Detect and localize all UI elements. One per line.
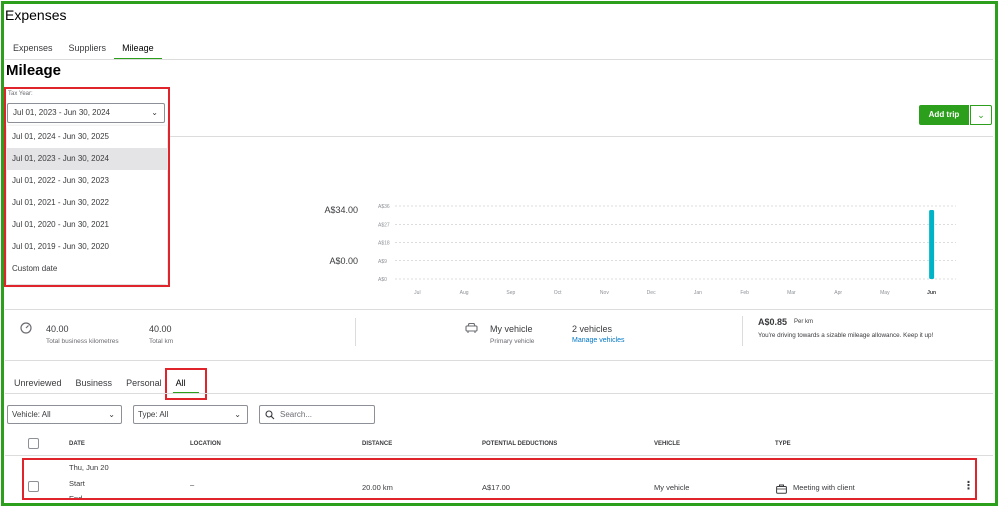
manage-vehicles-link[interactable]: Manage vehicles <box>572 337 625 344</box>
chevron-down-icon: ⌄ <box>108 410 115 419</box>
y-tick-label: A$27 <box>378 222 390 228</box>
type-filter-value: Type: All <box>138 410 169 419</box>
app-title: Expenses <box>5 7 67 23</box>
rate-unit: Per km <box>794 319 814 325</box>
x-tick-label: Aug <box>460 290 469 296</box>
type-filter-select[interactable]: Type: All ⌄ <box>133 405 248 424</box>
amount-top: A$34.00 <box>324 205 358 215</box>
divider <box>355 318 356 346</box>
divider <box>170 136 993 137</box>
column-header-location[interactable]: LOCATION <box>190 441 221 447</box>
divider <box>5 393 993 394</box>
search-icon <box>265 409 275 426</box>
y-tick-label: A$36 <box>378 204 390 210</box>
mileage-chart: A$36 A$27 A$18 A$9 A$0 Jul Aug Sep Oct Nov Dec Jan… <box>378 204 956 296</box>
y-tick-label: A$0 <box>378 277 387 283</box>
column-header-potential-deductions[interactable]: POTENTIAL DEDUCTIONS <box>482 441 557 447</box>
tab-suppliers[interactable]: Suppliers <box>61 42 115 60</box>
chart-bar[interactable] <box>929 210 935 279</box>
vehicle-filter-select[interactable]: Vehicle: All ⌄ <box>7 405 122 424</box>
total-km-label: Total km <box>149 338 174 345</box>
x-tick-label: Dec <box>647 290 656 296</box>
x-tick-label: Feb <box>740 290 749 296</box>
divider <box>5 309 993 310</box>
amount-bottom: A$0.00 <box>329 256 358 266</box>
search-input[interactable]: Search... <box>259 405 375 424</box>
car-icon <box>465 322 478 337</box>
rate-note: You're driving towards a sizable mileage… <box>758 332 934 339</box>
speedometer-icon <box>20 322 32 337</box>
add-trip-button[interactable]: Add trip <box>919 105 969 125</box>
x-tick-label: Sep <box>506 290 515 296</box>
vehicle-count: 2 vehicles <box>572 324 613 334</box>
highlight-box-tax-year <box>4 87 170 287</box>
x-tick-label: Oct <box>554 290 562 296</box>
x-tick-label: Jan <box>694 290 702 296</box>
column-header-distance[interactable]: DISTANCE <box>362 441 392 447</box>
chevron-down-icon: ⌄ <box>234 410 241 419</box>
add-trip-menu-button[interactable]: ⌄ <box>970 105 992 125</box>
rate-value: A$0.85 <box>758 317 788 327</box>
y-tick-label: A$9 <box>378 259 387 265</box>
tab-expenses[interactable]: Expenses <box>5 42 61 60</box>
x-tick-label: Apr <box>834 290 842 296</box>
divider <box>5 59 993 60</box>
vehicle-name: My vehicle <box>490 324 533 334</box>
y-tick-label: A$18 <box>378 241 390 247</box>
divider <box>742 316 743 346</box>
column-header-vehicle[interactable]: VEHICLE <box>654 441 680 447</box>
x-tick-label: May <box>880 290 890 296</box>
x-tick-label: Jul <box>414 290 420 296</box>
search-placeholder: Search... <box>280 410 313 419</box>
divider <box>5 455 993 456</box>
highlight-box-trip-row <box>22 458 977 500</box>
total-km-value: 40.00 <box>149 324 172 334</box>
vehicle-sub: Primary vehicle <box>490 338 535 345</box>
select-all-checkbox[interactable] <box>28 438 39 449</box>
x-tick-label: Mar <box>787 290 796 296</box>
chevron-down-icon: ⌄ <box>977 110 985 120</box>
page-title: Mileage <box>6 62 62 79</box>
x-tick-label: Nov <box>600 290 609 296</box>
column-header-date[interactable]: DATE <box>69 441 85 447</box>
tab-mileage[interactable]: Mileage <box>114 42 162 60</box>
top-tabs: Expenses Suppliers Mileage <box>5 42 162 60</box>
column-header-type[interactable]: TYPE <box>775 441 791 447</box>
business-km-label: Total business kilometres <box>46 338 119 345</box>
x-tick-label: Jun <box>927 290 936 296</box>
vehicle-filter-value: Vehicle: All <box>12 410 51 419</box>
divider <box>5 360 993 361</box>
highlight-box-all-tab <box>165 368 207 400</box>
business-km-value: 40.00 <box>46 324 69 334</box>
